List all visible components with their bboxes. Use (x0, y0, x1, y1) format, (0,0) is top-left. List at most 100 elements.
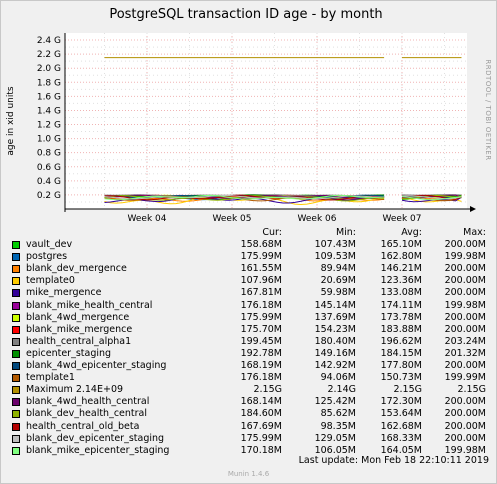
legend-avg-value: 172.30M (380, 396, 422, 408)
legend-series-name: vault_dev (26, 239, 73, 251)
plot-area (65, 33, 467, 209)
legend-avg-value: 162.80M (380, 251, 422, 263)
legend-avg-value: 133.08M (380, 287, 422, 299)
x-tick-label: Week 06 (298, 214, 337, 224)
legend-min-value: 20.69M (320, 275, 356, 287)
legend-max-value: 199.98M (444, 299, 486, 311)
legend-swatch (12, 337, 20, 346)
legend-cur-value: 199.45M (240, 335, 282, 347)
legend-row: blank_mike_health_central 176.18M 145.14M 1… (12, 300, 490, 312)
legend-min-value: 107.43M (314, 239, 356, 251)
legend-max-value: 200.00M (444, 408, 486, 420)
y-axis-label: age in xid units (6, 86, 16, 156)
legend-row: blank_dev_epicenter_staging 175.99M 129.05… (12, 433, 490, 445)
legend-cur-value: 158.68M (240, 239, 282, 251)
legend-row: vault_dev 158.68M 107.43M 165.10M 200.00M (12, 239, 490, 251)
legend-min-value: 142.92M (314, 360, 356, 372)
legend-row: blank_dev_mergence 161.55M 89.94M 146.21M 20… (12, 263, 490, 275)
legend-avg-value: 196.62M (380, 335, 422, 347)
legend-max-value: 200.00M (444, 432, 486, 444)
rrdtool-credit: RRDTOOL / TOBI OETIKER (484, 59, 492, 160)
legend-row: template0 107.96M 20.69M 123.36M 200.00M (12, 275, 490, 287)
legend-cur-value: 175.99M (240, 251, 282, 263)
legend-avg-value: 150.73M (380, 372, 422, 384)
legend-max-value: 199.99M (444, 372, 486, 384)
legend-series-name: Maximum 2.14E+09 (26, 384, 124, 396)
legend-avg-value: 123.36M (380, 275, 422, 287)
legend-series-name: blank_dev_epicenter_staging (26, 432, 165, 444)
y-tick-label: 0.4 G (37, 177, 61, 187)
legend-min-value: 137.69M (314, 311, 356, 323)
legend-swatch (12, 277, 20, 286)
legend-max-value: 2.15G (457, 384, 486, 396)
legend-avg-value: 162.68M (380, 420, 422, 432)
legend-series-name: blank_4wd_mergence (26, 311, 130, 323)
legend-cur-value: 161.55M (240, 263, 282, 275)
y-tick-label: 0.6 G (37, 163, 61, 173)
x-tick-label: Week 07 (383, 214, 422, 224)
y-tick-label: 2.4 G (37, 36, 61, 46)
legend-swatch (12, 265, 20, 274)
legend-avg-value: 173.78M (380, 311, 422, 323)
legend-avg-value: 2.15G (393, 384, 422, 396)
legend-cur-value: 167.81M (240, 287, 282, 299)
legend-row: health_central_old_beta 167.69M 98.35M 162.… (12, 421, 490, 433)
legend-cur-value: 2.15G (253, 384, 282, 396)
chart-title: PostgreSQL transaction ID age - by month (109, 7, 382, 22)
legend-swatch (12, 446, 20, 455)
legend-cur-value: 175.99M (240, 311, 282, 323)
legend-max-value: 199.98M (444, 251, 486, 263)
legend-swatch (12, 253, 20, 262)
legend-series-name: health_central_old_beta (26, 420, 140, 432)
legend-swatch (12, 434, 20, 443)
chart: PostgreSQL transaction ID age - by month… (6, 7, 492, 224)
legend-header: Cur: Min: Avg: Max: (12, 227, 490, 239)
last-update: Last update: Mon Feb 18 22:10:11 2019 (298, 455, 489, 466)
legend-avg-value: 146.21M (380, 263, 422, 275)
legend-series-name: blank_dev_health_central (26, 408, 148, 420)
legend-row: blank_4wd_health_central 168.14M 125.42M 17… (12, 396, 490, 408)
col-max: Max: (463, 227, 486, 238)
legend-series-name: postgres (26, 251, 68, 263)
legend-min-value: 94.06M (320, 372, 356, 384)
legend-row: mike_mergence 167.81M 59.98M 133.08M 200.00M (12, 287, 490, 299)
legend-swatch (12, 422, 20, 431)
y-tick-label: 0.2 G (37, 191, 61, 201)
legend-table: Cur: Min: Avg: Max: vault_dev 158.68M 107.… (12, 227, 490, 457)
legend-row: blank_dev_health_central 184.60M 85.62M 153… (12, 408, 490, 420)
x-tick-label: Week 04 (128, 214, 167, 224)
legend-max-value: 200.00M (444, 396, 486, 408)
legend-cur-value: 176.18M (240, 299, 282, 311)
legend-cur-value: 175.70M (240, 323, 282, 335)
legend-swatch (12, 349, 20, 358)
legend-max-value: 200.00M (444, 287, 486, 299)
y-tick-label: 2.0 G (37, 64, 61, 74)
legend-min-value: 98.35M (320, 420, 356, 432)
legend-avg-value: 183.88M (380, 323, 422, 335)
legend-row: blank_4wd_mergence 175.99M 137.69M 173.78M 2… (12, 312, 490, 324)
legend-cur-value: 168.14M (240, 396, 282, 408)
legend-max-value: 200.00M (444, 360, 486, 372)
legend-min-value: 59.98M (320, 287, 356, 299)
col-min: Min: (335, 227, 356, 238)
legend-swatch (12, 241, 20, 250)
y-tick-label: 1.2 G (37, 121, 61, 131)
legend-cur-value: 184.60M (240, 408, 282, 420)
legend-max-value: 200.00M (444, 263, 486, 275)
legend-min-value: 154.23M (314, 323, 356, 335)
legend-cur-value: 170.18M (240, 444, 282, 456)
legend-avg-value: 153.64M (380, 408, 422, 420)
legend-series-name: epicenter_staging (26, 347, 112, 359)
y-tick-label: 1.4 G (37, 106, 61, 116)
y-tick-label: 0.8 G (37, 149, 61, 159)
legend-min-value: 149.16M (314, 347, 356, 359)
legend-series-name: mike_mergence (26, 287, 102, 299)
legend-series-name: blank_dev_mergence (26, 263, 127, 275)
x-tick-label: Week 05 (213, 214, 252, 224)
legend-min-value: 129.05M (314, 432, 356, 444)
legend-max-value: 200.00M (444, 239, 486, 251)
y-tick-label: 2.2 G (37, 50, 61, 60)
legend-avg-value: 177.80M (380, 360, 422, 372)
legend-series-name: blank_4wd_epicenter_staging (26, 360, 167, 372)
x-axis-arrow (470, 206, 476, 212)
